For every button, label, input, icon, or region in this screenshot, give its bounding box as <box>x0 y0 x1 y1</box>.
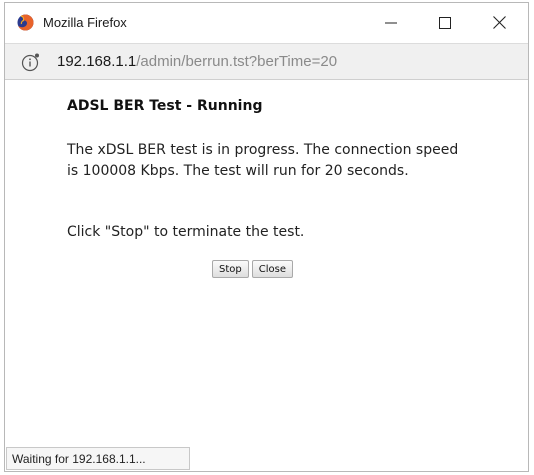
close-icon <box>492 14 506 33</box>
url-path: /admin/berrun.tst?berTime=20 <box>136 53 338 70</box>
page-content: ADSL BER Test - Running The xDSL BER tes… <box>5 80 528 471</box>
window-title: Mozilla Firefox <box>43 15 127 30</box>
status-bar: Waiting for 192.168.1.1... <box>6 447 190 470</box>
minimize-icon <box>385 14 397 33</box>
stop-button[interactable]: Stop <box>212 260 249 278</box>
status-message: The xDSL BER test is in progress. The co… <box>67 142 459 179</box>
close-window-button[interactable] <box>476 3 522 43</box>
minimize-button[interactable] <box>368 3 414 43</box>
address-bar[interactable]: 192.168.1.1/admin/berrun.tst?berTime=20 <box>5 43 528 80</box>
url-field[interactable]: 192.168.1.1/admin/berrun.tst?berTime=20 <box>57 53 337 70</box>
title-bar[interactable]: Mozilla Firefox <box>5 3 528 43</box>
close-button[interactable]: Close <box>251 260 293 278</box>
page-title: ADSL BER Test - Running <box>67 98 263 114</box>
maximize-icon <box>439 14 451 33</box>
browser-window: Mozilla Firefox 192.168.1.1/admin/berrun… <box>4 2 529 472</box>
maximize-button[interactable] <box>422 3 468 43</box>
info-icon[interactable] <box>21 52 41 72</box>
button-group: Stop Close <box>212 260 293 278</box>
firefox-logo-icon <box>17 14 34 31</box>
instruction-text: Click "Stop" to terminate the test. <box>67 224 305 240</box>
url-host: 192.168.1.1 <box>57 53 137 70</box>
